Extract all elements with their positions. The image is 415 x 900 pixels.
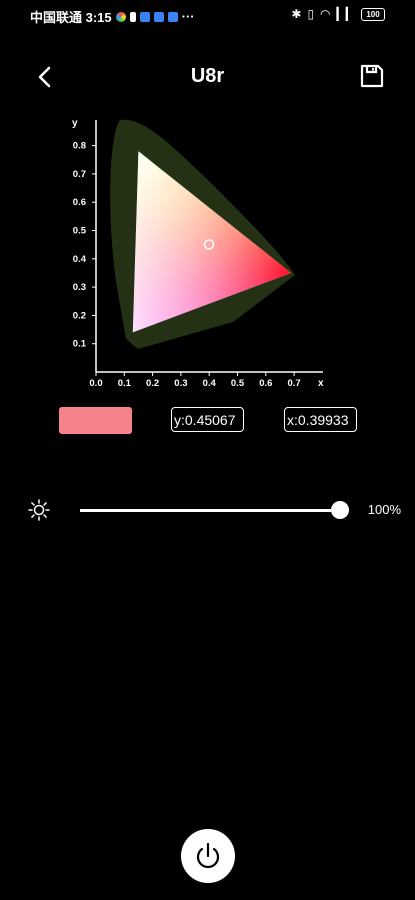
location-icon	[129, 11, 136, 22]
x-axis-label: x	[318, 378, 324, 389]
y-tick-label: 0.2	[73, 310, 86, 321]
status-left: 中国联通 3:15 ···	[30, 7, 195, 26]
x-tick-label: 0.1	[118, 378, 132, 389]
status-right: ✱ ▯ ◠ ▎▎ 100	[291, 7, 385, 21]
brightness-slider[interactable]	[80, 498, 349, 522]
shield-notification-icon	[153, 11, 164, 22]
brightness-icon	[28, 499, 50, 521]
status-bar: 中国联通 3:15 ··· ✱ ▯ ◠ ▎▎ 100	[0, 0, 415, 30]
slider-track	[80, 509, 340, 512]
wifi-icon: ◠	[320, 7, 331, 21]
x-tick-label: 0.4	[203, 378, 217, 389]
cie-chromaticity-chart[interactable]: 0.1 0.2 0.3 0.4 0.5 0.6 0.7 0.8 0.0 0.1 0.2 0.3 0.4…	[58, 112, 338, 392]
x-tick-label: 0.7	[287, 378, 300, 389]
y-tick-label: 0.1	[73, 339, 87, 350]
y-tick-label: 0.7	[73, 169, 86, 180]
y-tick-label: 0.5	[73, 226, 87, 237]
color-preview-swatch	[59, 407, 132, 434]
cloud-notification-icon	[167, 11, 178, 22]
x-tick-label: 0.3	[174, 378, 187, 389]
slider-thumb[interactable]	[331, 501, 349, 519]
battery-level: 100	[366, 9, 380, 19]
page-title: U8r	[190, 65, 225, 87]
y-tick-label: 0.3	[73, 282, 86, 293]
x-tick-label: 0.6	[259, 378, 272, 389]
y-tick-label: 0.6	[73, 197, 86, 208]
header: U8r	[0, 55, 415, 99]
x-coordinate-readout: x:0.39933	[284, 407, 357, 432]
y-tick-label: 0.4	[73, 254, 87, 265]
brightness-row: 100%	[0, 495, 415, 525]
battery-icon: 100	[361, 7, 385, 21]
y-axis-label: y	[72, 118, 78, 129]
x-tick-label: 0.5	[231, 378, 245, 389]
y-tick-label: 0.8	[73, 141, 86, 152]
vibrate-icon: ▯	[307, 7, 315, 21]
more-notifications: ···	[181, 9, 195, 24]
x-tick-label: 0.2	[146, 378, 159, 389]
y-coordinate-readout: y:0.45067	[171, 407, 244, 432]
save-button[interactable]	[357, 61, 387, 91]
color-app-icon	[115, 11, 126, 22]
app-notification-icon	[139, 11, 150, 22]
power-button[interactable]	[181, 829, 235, 883]
bluetooth-icon: ✱	[291, 7, 302, 21]
power-icon	[196, 842, 220, 869]
carrier-time: 中国联通 3:15	[30, 10, 112, 25]
save-icon	[360, 64, 384, 88]
signal-icon: ▎▎	[336, 7, 355, 21]
x-tick-label: 0.0	[89, 378, 102, 389]
brightness-percent: 100%	[367, 502, 401, 517]
